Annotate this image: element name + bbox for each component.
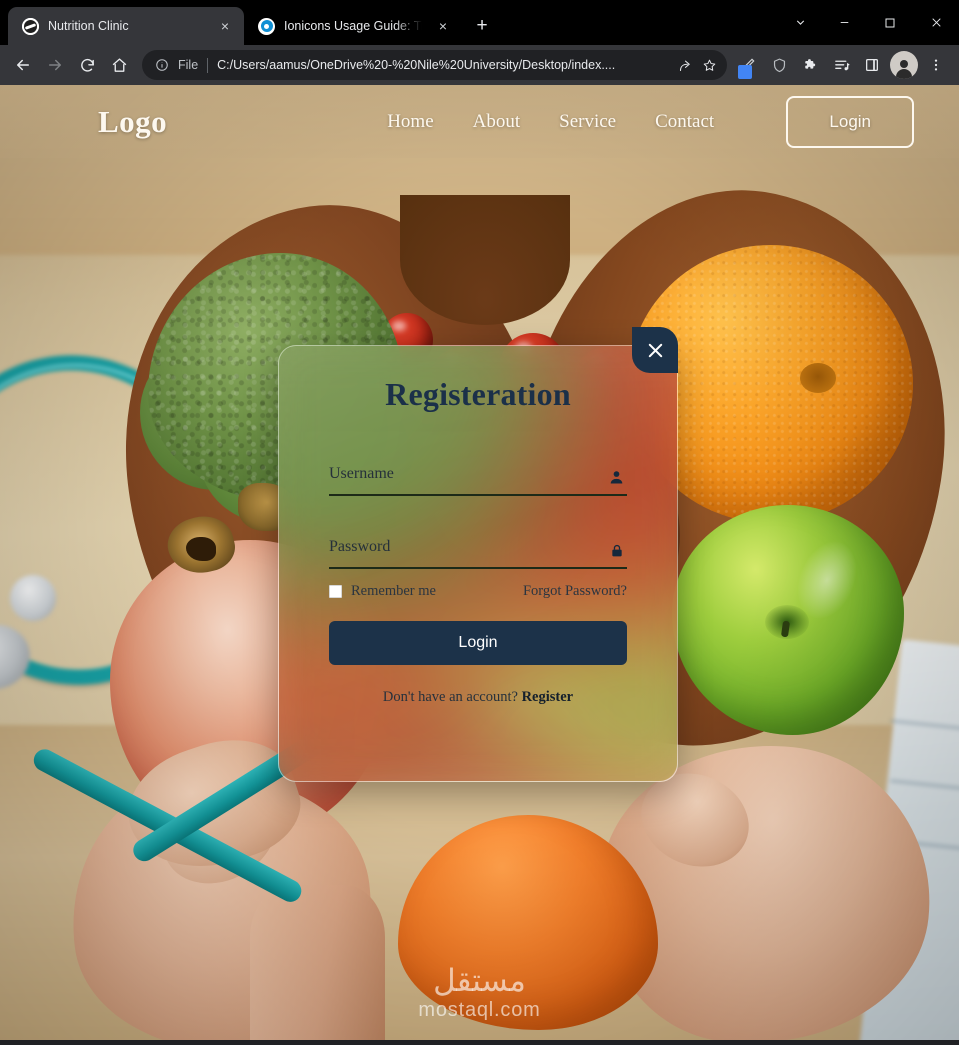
tab-ionicons-usage-guide[interactable]: Ionicons Usage Guide: Tips for in × (244, 7, 462, 45)
minimize-icon[interactable] (821, 6, 867, 40)
modal-options-row: Remember me Forgot Password? (329, 583, 627, 600)
tab-close-icon[interactable]: × (216, 17, 234, 35)
tab-close-icon[interactable]: × (434, 17, 452, 35)
remember-me-label: Remember me (351, 583, 436, 599)
modal-title: Registeration (385, 376, 571, 412)
password-label: Password (329, 538, 391, 555)
window-controls (779, 0, 959, 45)
site-navbar: Logo Home About Service Contact Login (0, 85, 959, 158)
tab-title: Ionicons Usage Guide: Tips for in (284, 19, 425, 33)
ionicons-ring-icon (258, 17, 275, 35)
register-link[interactable]: Register (522, 689, 574, 705)
address-bar-url[interactable]: C:/Users/aamus/OneDrive%20-%20Nile%20Uni… (217, 58, 673, 72)
nav-link-home[interactable]: Home (387, 111, 433, 133)
omnibox-divider (207, 57, 209, 73)
forward-arrow-icon[interactable] (40, 50, 70, 80)
chevron-down-icon[interactable] (779, 6, 821, 40)
share-icon[interactable] (673, 53, 697, 77)
eyedropper-extension-icon[interactable] (733, 50, 763, 80)
close-icon[interactable] (913, 6, 959, 40)
modal-body: Registeration Username Password Remember… (279, 346, 677, 781)
tab-title: Nutrition Clinic (48, 19, 129, 33)
nav-links: Home About Service Contact (387, 111, 714, 133)
modal-close-button[interactable] (632, 327, 678, 373)
person-icon (608, 469, 625, 486)
modal-login-submit-button[interactable]: Login (329, 621, 627, 665)
signup-prompt-text: Don't have an account? (382, 689, 518, 705)
password-field-group: Password (329, 538, 627, 569)
remember-me-checkbox[interactable]: Remember me (329, 583, 436, 600)
omnibox[interactable]: File C:/Users/aamus/OneDrive%20-%20Nile%… (142, 50, 727, 80)
window-bottom-edge (0, 1040, 959, 1045)
browser-toolbar: File C:/Users/aamus/OneDrive%20-%20Nile%… (0, 45, 959, 85)
back-arrow-icon[interactable] (8, 50, 38, 80)
new-tab-button[interactable]: + (468, 12, 496, 40)
nav-link-service[interactable]: Service (559, 111, 616, 133)
nav-link-contact[interactable]: Contact (655, 111, 714, 133)
username-field-group: Username (329, 465, 627, 496)
reading-list-icon[interactable] (826, 50, 856, 80)
three-dot-menu-icon[interactable] (921, 50, 951, 80)
checkbox-box[interactable] (329, 585, 342, 598)
globe-icon (22, 17, 39, 35)
forgot-password-link[interactable]: Forgot Password? (523, 583, 627, 600)
avatar-icon[interactable] (890, 51, 918, 79)
puzzle-extensions-icon[interactable] (795, 50, 825, 80)
username-label: Username (329, 465, 394, 482)
avatar (894, 59, 914, 79)
home-icon[interactable] (104, 50, 134, 80)
nav-login-button[interactable]: Login (786, 95, 915, 148)
toolbar-extensions (733, 50, 951, 80)
registration-modal: Registeration Username Password Remember… (278, 327, 678, 782)
info-circle-icon[interactable] (153, 56, 171, 74)
url-scheme-label: File (178, 58, 199, 72)
extension-badge (738, 65, 752, 79)
star-icon[interactable] (697, 53, 721, 77)
site-logo[interactable]: Logo (98, 104, 167, 140)
lock-icon (609, 543, 625, 559)
reload-icon[interactable] (72, 50, 102, 80)
signup-prompt: Don't have an account? Register (329, 689, 627, 706)
browser-window: Nutrition Clinic × Ionicons Usage Guide:… (0, 0, 959, 1045)
tab-strip: Nutrition Clinic × Ionicons Usage Guide:… (0, 0, 959, 45)
nav-link-about[interactable]: About (473, 111, 521, 133)
tab-nutrition-clinic[interactable]: Nutrition Clinic × (8, 7, 244, 45)
shield-extension-icon[interactable] (764, 50, 794, 80)
side-panel-icon[interactable] (857, 50, 887, 80)
maximize-icon[interactable] (867, 6, 913, 40)
page-viewport: Logo Home About Service Contact Login Re… (0, 85, 959, 1040)
